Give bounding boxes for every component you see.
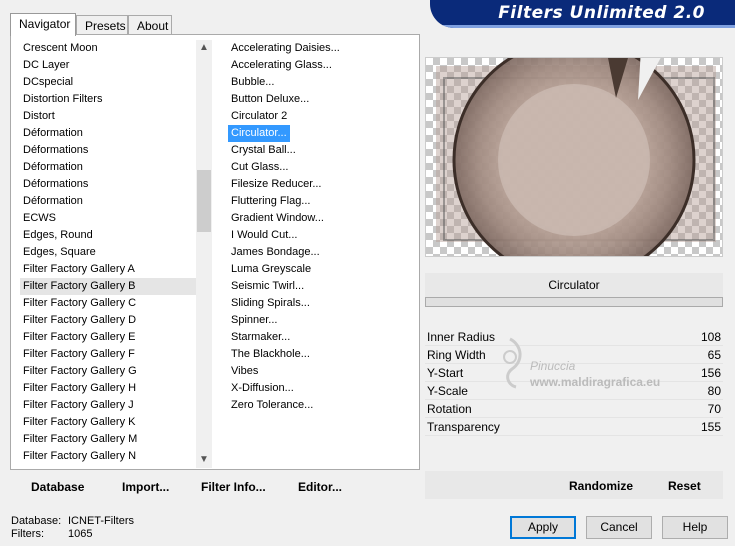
category-item[interactable]: Filter Factory Gallery F: [20, 346, 196, 363]
param-name: Y-Scale: [427, 384, 468, 398]
cancel-button[interactable]: Cancel: [586, 516, 652, 539]
category-item[interactable]: DCspecial: [20, 74, 196, 91]
database-button[interactable]: Database: [31, 480, 84, 494]
category-item[interactable]: Déformations: [20, 142, 196, 159]
category-item[interactable]: Déformation: [20, 125, 196, 142]
tab-about[interactable]: About: [128, 15, 172, 35]
category-item[interactable]: Distort: [20, 108, 196, 125]
filter-item[interactable]: Vibes: [228, 363, 408, 380]
filter-item[interactable]: Gradient Window...: [228, 210, 408, 227]
filter-item[interactable]: Sliding Spirals...: [228, 295, 408, 312]
filter-item[interactable]: The Blackhole...: [228, 346, 408, 363]
preview-image: [436, 58, 716, 256]
category-item[interactable]: Filter Factory Gallery J: [20, 397, 196, 414]
status-filters-value: 1065: [68, 528, 93, 540]
filter-item[interactable]: Accelerating Daisies...: [228, 40, 408, 57]
filter-info-button[interactable]: Filter Info...: [201, 480, 266, 494]
filter-item[interactable]: Zero Tolerance...: [228, 397, 408, 414]
tab-navigator[interactable]: Navigator: [10, 13, 76, 36]
param-value: 70: [707, 402, 721, 416]
filter-item[interactable]: James Bondage...: [228, 244, 408, 261]
status-database-label: Database:: [11, 515, 62, 527]
category-item[interactable]: Crescent Moon: [20, 40, 196, 57]
category-item[interactable]: Déformations: [20, 176, 196, 193]
parameter-list: Inner Radius 108 Ring Width 65 Y-Start 156 Y-S…: [425, 328, 723, 448]
category-item[interactable]: Filter Factory Gallery K: [20, 414, 196, 431]
category-item[interactable]: Filter Factory Gallery C: [20, 295, 196, 312]
param-name: Inner Radius: [427, 330, 496, 344]
category-item[interactable]: DC Layer: [20, 57, 196, 74]
category-item[interactable]: Edges, Round: [20, 227, 196, 244]
category-item[interactable]: Déformation: [20, 193, 196, 210]
filter-item[interactable]: Fluttering Flag...: [228, 193, 408, 210]
scroll-up-icon[interactable]: ▲: [196, 40, 212, 56]
scroll-thumb[interactable]: [197, 170, 211, 232]
param-name: Ring Width: [427, 348, 486, 362]
editor-button[interactable]: Editor...: [298, 480, 342, 494]
category-item[interactable]: Déformation: [20, 159, 196, 176]
filter-item[interactable]: Filesize Reducer...: [228, 176, 408, 193]
preview-button-bar: Randomize Reset: [425, 471, 723, 499]
filter-item[interactable]: Luma Greyscale: [228, 261, 408, 278]
apply-button[interactable]: Apply: [510, 516, 576, 539]
filter-preview: [425, 57, 723, 257]
filter-item[interactable]: Starmaker...: [228, 329, 408, 346]
category-item[interactable]: Distortion Filters: [20, 91, 196, 108]
param-value: 80: [707, 384, 721, 398]
filter-item[interactable]: X-Diffusion...: [228, 380, 408, 397]
category-item[interactable]: Filter Factory Gallery H: [20, 380, 196, 397]
randomize-button[interactable]: Randomize: [569, 479, 633, 493]
navigator-button-bar: Database Import... Filter Info... Editor…: [14, 477, 420, 499]
category-item[interactable]: Filter Factory Gallery N: [20, 448, 196, 465]
param-row[interactable]: Rotation 70: [425, 400, 723, 418]
progress-divider: [425, 297, 723, 307]
filter-item[interactable]: Seismic Twirl...: [228, 278, 408, 295]
app-title: Filters Unlimited 2.0: [498, 3, 705, 23]
param-value: 65: [707, 348, 721, 362]
param-row[interactable]: Ring Width 65: [425, 346, 723, 364]
category-scrollbar[interactable]: ▲ ▼: [196, 40, 212, 468]
status-database-value: ICNET-Filters: [68, 515, 134, 527]
param-row[interactable]: Y-Start 156: [425, 364, 723, 382]
param-name: Transparency: [427, 420, 500, 434]
category-item[interactable]: Filter Factory Gallery D: [20, 312, 196, 329]
filter-item[interactable]: Accelerating Glass...: [228, 57, 408, 74]
category-item[interactable]: Filter Factory Gallery B: [20, 278, 196, 295]
status-filters-label: Filters:: [11, 528, 44, 540]
filter-item[interactable]: Spinner...: [228, 312, 408, 329]
category-item[interactable]: Edges, Square: [20, 244, 196, 261]
filter-item[interactable]: Bubble...: [228, 74, 408, 91]
filter-item[interactable]: Circulator 2: [228, 108, 408, 125]
param-row[interactable]: Inner Radius 108: [425, 328, 723, 346]
filter-list[interactable]: Accelerating Daisies... Accelerating Glas…: [228, 40, 408, 420]
category-item[interactable]: Filter Factory Gallery M: [20, 431, 196, 448]
filter-item[interactable]: I Would Cut...: [228, 227, 408, 244]
filter-item[interactable]: Crystal Ball...: [228, 142, 408, 159]
category-item[interactable]: Filter Factory Gallery E: [20, 329, 196, 346]
status-area: Database: ICNET-Filters Filters: 1065: [11, 515, 134, 541]
scroll-down-icon[interactable]: ▼: [196, 452, 212, 468]
banner-stripe: [430, 25, 735, 28]
category-item[interactable]: ECWS: [20, 210, 196, 227]
param-name: Rotation: [427, 402, 472, 416]
param-value: 108: [700, 330, 721, 344]
category-item[interactable]: Filter Factory Gallery A: [20, 261, 196, 278]
filter-item[interactable]: Button Deluxe...: [228, 91, 408, 108]
param-row[interactable]: Y-Scale 80: [425, 382, 723, 400]
category-item[interactable]: Filter Factory Gallery G: [20, 363, 196, 380]
import-button[interactable]: Import...: [122, 480, 169, 494]
param-name: Y-Start: [427, 366, 464, 380]
param-row[interactable]: Transparency 155: [425, 418, 723, 436]
param-value: 155: [700, 420, 721, 434]
filter-item[interactable]: Cut Glass...: [228, 159, 408, 176]
help-button[interactable]: Help: [662, 516, 728, 539]
filter-item[interactable]: Circulator...: [228, 125, 290, 142]
category-list[interactable]: Crescent Moon DC Layer DCspecial Distortion…: [20, 40, 196, 468]
tab-presets[interactable]: Presets: [76, 15, 128, 35]
filter-name-label: Circulator: [425, 273, 723, 297]
param-value: 156: [700, 366, 721, 380]
reset-button[interactable]: Reset: [668, 479, 701, 493]
header-banner: Filters Unlimited 2.0: [430, 0, 735, 28]
